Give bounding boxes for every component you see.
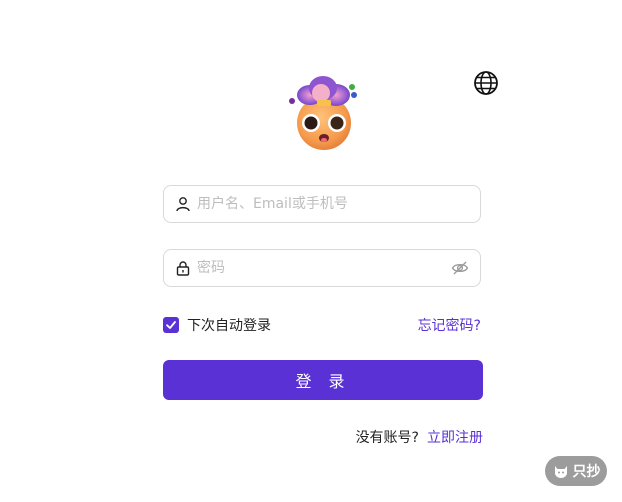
cat-icon [552, 462, 570, 480]
zhichao-badge[interactable]: 只抄 [545, 456, 607, 486]
language-switch-button[interactable] [473, 70, 499, 96]
remember-me-label: 下次自动登录 [187, 318, 271, 334]
remember-me-checkbox[interactable]: 下次自动登录 [163, 315, 271, 335]
user-icon [175, 196, 191, 212]
password-input[interactable] [195, 251, 451, 285]
register-prompt: 没有账号? [355, 430, 419, 446]
checkbox-checked-icon[interactable] [163, 317, 179, 333]
lock-icon [175, 260, 191, 276]
login-page: 下次自动登录 忘记密码? 登 录 没有账号? 立即注册 只抄 [0, 0, 622, 502]
badge-label: 只抄 [572, 464, 601, 480]
username-field [163, 185, 481, 223]
register-link[interactable]: 立即注册 [427, 427, 483, 447]
logo-avatar [286, 73, 362, 153]
password-field [163, 249, 481, 287]
register-row: 没有账号? 立即注册 [356, 427, 483, 447]
username-input[interactable] [195, 187, 480, 221]
login-button[interactable]: 登 录 [163, 360, 483, 400]
eye-off-icon[interactable] [451, 259, 469, 277]
globe-icon [474, 71, 498, 95]
forgot-password-link[interactable]: 忘记密码? [418, 315, 481, 335]
